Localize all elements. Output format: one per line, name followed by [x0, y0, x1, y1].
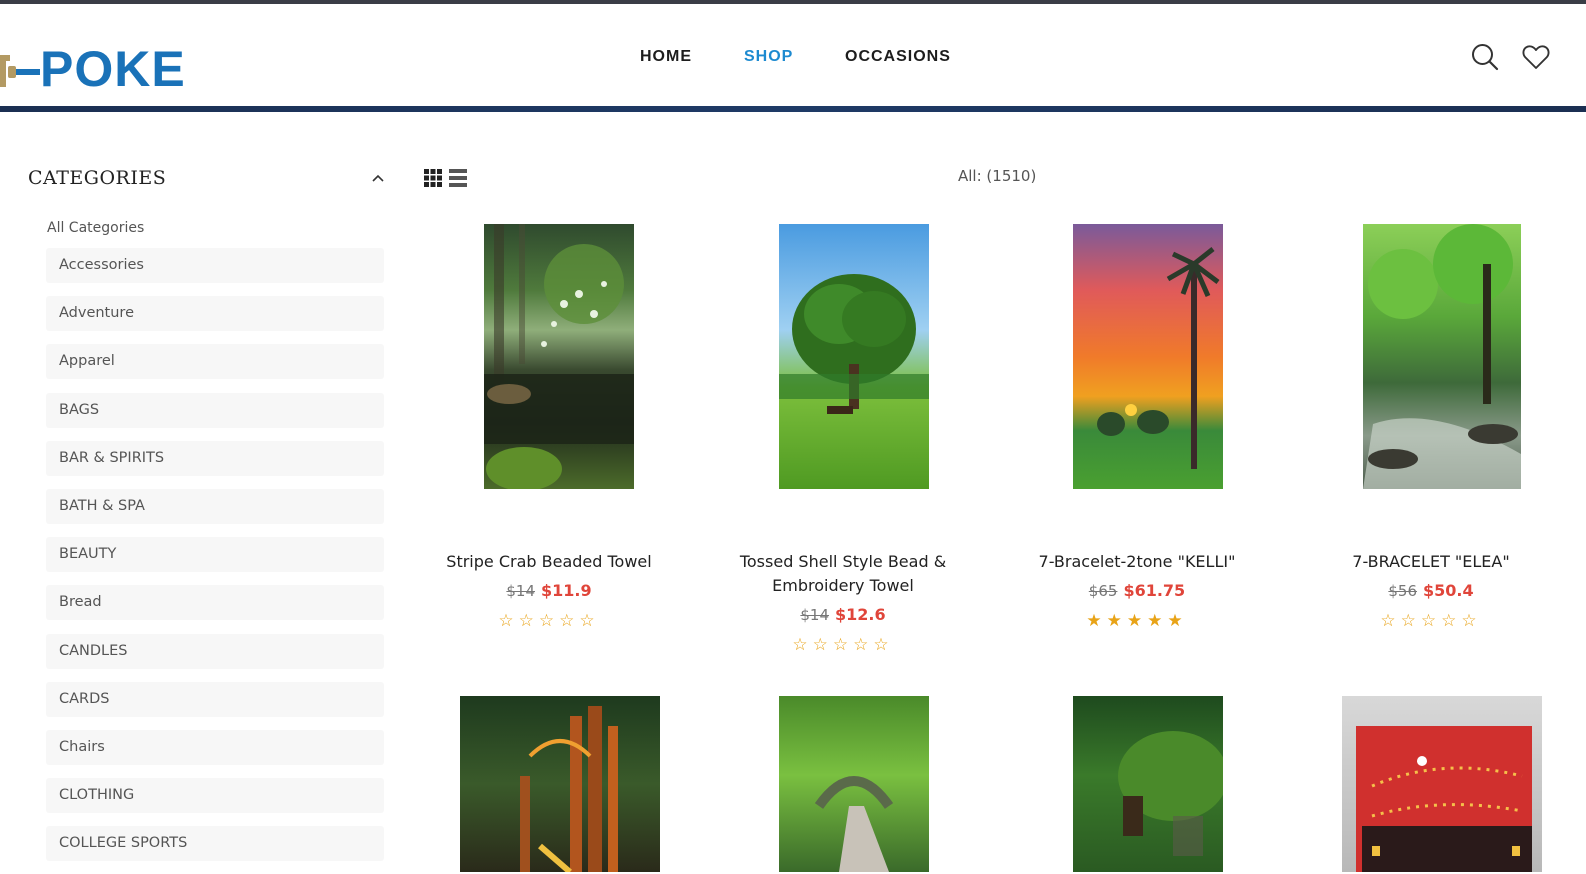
product-price: $14 $12.6 [696, 605, 990, 624]
product-name[interactable]: Tossed Shell Style Bead & Embroidery Tow… [696, 550, 990, 598]
category-item-accessories[interactable]: Accessories [46, 248, 384, 283]
rating-stars: ☆☆☆☆☆ [1380, 611, 1482, 631]
sale-price: $11.9 [541, 581, 592, 600]
product-image[interactable] [460, 696, 660, 872]
category-item-bags[interactable]: BAGS [46, 392, 384, 428]
product-count: All: (1510) [958, 167, 1037, 185]
heart-icon[interactable] [1521, 42, 1551, 72]
category-item-candles[interactable]: CANDLES [46, 633, 384, 669]
old-price: $14 [506, 582, 536, 600]
category-item-chairs[interactable]: Chairs [46, 729, 384, 765]
product-image[interactable] [779, 224, 929, 489]
sale-price: $12.6 [835, 605, 886, 624]
category-item-bath-spa[interactable]: BATH & SPA [46, 488, 384, 524]
product-name[interactable]: 7-Bracelet-2tone "KELLI" [990, 550, 1284, 574]
product-image[interactable] [1342, 696, 1542, 872]
rating-stars: ★★★★★ [1086, 611, 1188, 631]
category-item-apparel[interactable]: Apparel [46, 344, 384, 380]
product-name[interactable]: Stripe Crab Beaded Towel [402, 550, 696, 574]
category-item-cards[interactable]: CARDS [46, 681, 384, 717]
sale-price: $50.4 [1423, 581, 1474, 600]
product-price: $56 $50.4 [1284, 581, 1578, 600]
category-item-beauty[interactable]: BEAUTY [46, 537, 384, 573]
grid-view-icon[interactable] [424, 169, 442, 187]
nav-home[interactable]: HOME [640, 48, 692, 66]
product-price: $65 $61.75 [990, 581, 1284, 600]
search-icon[interactable] [1470, 42, 1500, 72]
product-image[interactable] [484, 224, 634, 489]
product-price: $14 $11.9 [402, 581, 696, 600]
main-nav: HOME SHOP OCCASIONS [0, 48, 1586, 72]
old-price: $65 [1088, 582, 1118, 600]
category-item-adventure[interactable]: Adventure [46, 296, 384, 332]
product-image[interactable] [1363, 224, 1521, 489]
rating-stars: ☆☆☆☆☆ [792, 635, 894, 655]
categories-heading: CATEGORIES [28, 167, 167, 189]
product-image[interactable] [779, 696, 929, 872]
sale-price: $61.75 [1123, 581, 1186, 600]
nav-occasions[interactable]: OCCASIONS [845, 48, 951, 66]
product-image[interactable] [1073, 224, 1223, 489]
old-price: $56 [1388, 582, 1418, 600]
old-price: $14 [800, 606, 830, 624]
chevron-up-icon[interactable] [368, 168, 388, 188]
list-view-icon[interactable] [449, 169, 467, 187]
category-item-bread[interactable]: Bread [46, 585, 384, 621]
category-item-college-sports[interactable]: COLLEGE SPORTS [46, 826, 384, 862]
category-item-bar-spirits[interactable]: BAR & SPIRITS [46, 440, 384, 476]
all-categories-link[interactable]: All Categories [47, 220, 144, 236]
product-name[interactable]: 7-BRACELET "ELEA" [1284, 550, 1578, 574]
product-image[interactable] [1073, 696, 1223, 872]
category-item-clothing[interactable]: CLOTHING [46, 778, 384, 814]
header-divider-bar [0, 106, 1586, 112]
site-header: POKE HOME SHOP OCCASIONS [0, 4, 1586, 108]
category-list: Accessories Adventure Apparel BAGS BAR &… [46, 248, 384, 874]
rating-stars: ☆☆☆☆☆ [498, 611, 600, 631]
nav-shop[interactable]: SHOP [744, 48, 793, 66]
